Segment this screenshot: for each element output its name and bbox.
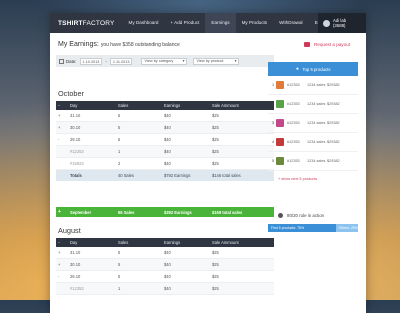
show-more-link[interactable]: + show next 5 products	[268, 171, 358, 181]
nav-withdrawal[interactable]: WithDrawal	[273, 13, 308, 33]
month-title-august: August	[58, 226, 81, 235]
user-menu[interactable]: Adi lab (3588)	[318, 13, 366, 33]
product-select[interactable]: View by product ▾	[193, 57, 240, 65]
table-row[interactable]: + 30.10 5 $40 $25	[56, 122, 274, 134]
month-row-september[interactable]: + September 55 Sales $392 Earnings $169 …	[56, 207, 274, 217]
expand-icon[interactable]: +	[56, 113, 70, 118]
rule-others-segment: Others: 25%	[335, 224, 358, 232]
nav-my-products[interactable]: My Products	[236, 13, 274, 33]
collapse-icon[interactable]: -	[56, 274, 70, 279]
nav-add-product[interactable]: + Add Product	[164, 13, 205, 33]
top-products-header: ★ Top 5 products	[268, 62, 358, 76]
table-row[interactable]: + 31.10 5 $40 $25	[56, 247, 274, 259]
user-id: (3588)	[333, 23, 346, 28]
rule-title: 80/20 rule in action	[268, 210, 358, 220]
table-subrow[interactable]: #12353 1 $40 $25	[56, 283, 274, 295]
rule-bar: First 5 products: 75% Others: 25%	[268, 224, 358, 232]
product-item[interactable]: 3 #12353 1234 sales $29382	[268, 114, 358, 133]
request-payout-button[interactable]: Request a payout	[303, 42, 350, 47]
table-row[interactable]: - 29.10 5 $40 $25	[56, 271, 274, 283]
month-title-october: October	[58, 89, 84, 98]
avatar	[323, 19, 330, 27]
date-to-input[interactable]: 1.11.2013	[109, 57, 133, 65]
table-october: − Day Sales Earnings Sale Ammount + 31.1…	[56, 101, 274, 181]
collapse-icon[interactable]: −	[56, 103, 70, 108]
expand-icon[interactable]: +	[56, 209, 70, 215]
totals-row: Totals 40 Sales $792 Earnings $146 total…	[56, 170, 274, 181]
collapse-icon[interactable]: −	[56, 240, 70, 245]
table-august: − Day Sales Earnings Sale Ammount + 31.1…	[56, 238, 274, 295]
product-thumbnail	[276, 138, 284, 146]
logo[interactable]: TSHIRTFACTORY	[58, 20, 115, 27]
table-row[interactable]: + 31.10 5 $40 $25	[56, 110, 274, 122]
page-header: My Earnings: you have $358 outstanding b…	[50, 33, 366, 55]
expand-icon[interactable]: +	[56, 250, 70, 255]
table-subrow[interactable]: #12353 1 $40 $25	[56, 146, 274, 158]
nav-dashboard[interactable]: My Dashboard	[123, 13, 165, 33]
top-products-panel: ★ Top 5 products 1 #12353 1234 sales $29…	[268, 62, 358, 181]
date-from-input[interactable]: 1.10.2013	[79, 57, 103, 65]
product-item[interactable]: 2 #12353 1234 sales $29382	[268, 95, 358, 114]
page-title: My Earnings: you have $358 outstanding b…	[58, 41, 180, 48]
product-item[interactable]: 4 #12353 1234 sales $29382	[268, 133, 358, 152]
rule-first-segment: First 5 products: 75%	[268, 224, 336, 232]
product-thumbnail	[276, 119, 284, 127]
star-icon: ★	[295, 66, 300, 71]
product-thumbnail	[276, 100, 284, 108]
product-thumbnail	[276, 157, 284, 165]
balance-text: you have $358 outstanding balance	[100, 42, 180, 48]
table-header: − Day Sales Earnings Sale Ammount	[56, 101, 274, 110]
category-select[interactable]: View by category ▾	[141, 57, 188, 65]
chevron-down-icon: ▾	[234, 58, 237, 63]
product-item[interactable]: 5 #12353 1234 sales $29382	[268, 152, 358, 171]
wallet-icon	[303, 42, 310, 47]
table-row[interactable]: + 30.10 5 $40 $25	[56, 259, 274, 271]
expand-icon[interactable]: +	[56, 262, 70, 267]
collapse-icon[interactable]: -	[56, 137, 70, 142]
table-subrow[interactable]: #15923 2 $40 $25	[56, 158, 274, 170]
rule-widget: 80/20 rule in action First 5 products: 7…	[268, 210, 358, 232]
top-nav: TSHIRTFACTORY My Dashboard + Add Product…	[50, 13, 366, 33]
calendar-icon	[59, 58, 64, 64]
filter-bar: Date: 1.10.2013 - 1.11.2013 View by cate…	[56, 55, 274, 67]
table-header: − Day Sales Earnings Sale Ammount	[56, 238, 274, 247]
product-item[interactable]: 1 #12353 1234 sales $29382	[268, 76, 358, 95]
product-thumbnail	[276, 81, 284, 89]
chevron-down-icon: ▾	[182, 58, 185, 63]
nav-earnings[interactable]: Earnings	[205, 13, 236, 33]
expand-icon[interactable]: +	[56, 125, 70, 130]
table-row[interactable]: - 29.10 5 $40 $25	[56, 134, 274, 146]
info-icon	[278, 212, 283, 218]
